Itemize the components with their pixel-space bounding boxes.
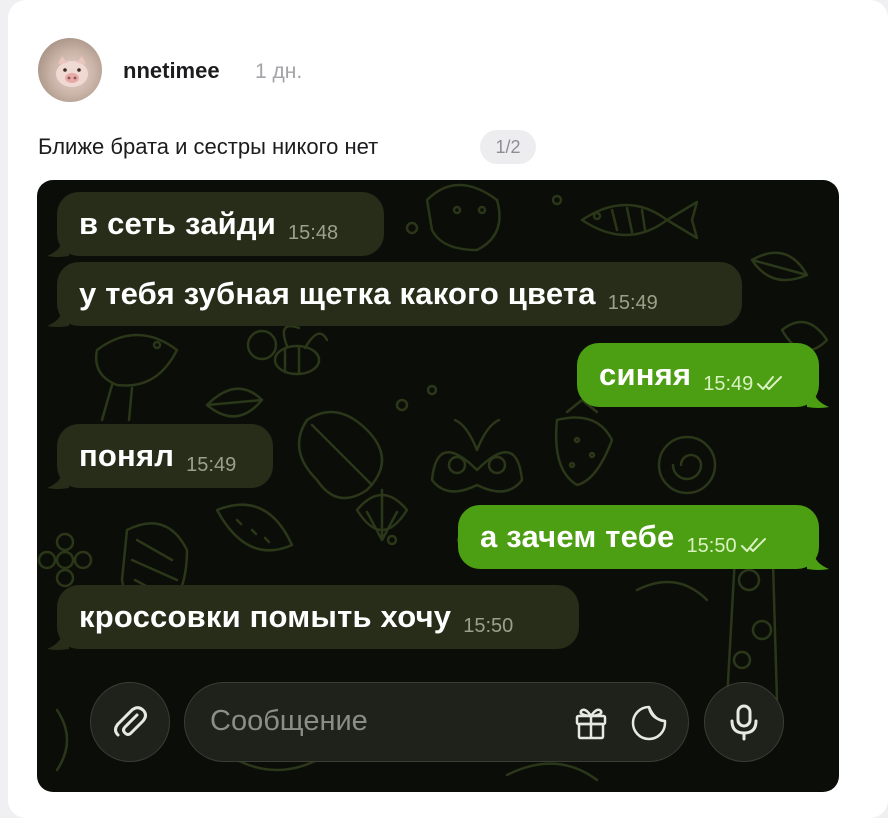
message-time: 15:50	[463, 614, 514, 637]
message-time: 15:49	[703, 372, 754, 395]
message-text: понял	[79, 438, 175, 473]
message-input-placeholder: Сообщение	[210, 705, 368, 737]
bubble-tail	[47, 242, 69, 257]
voice-message-button[interactable]	[704, 682, 784, 762]
message-time: 15:49	[186, 453, 237, 476]
bubble-tail	[47, 474, 69, 489]
message-outgoing[interactable]: а зачем тебе 15:50	[458, 505, 819, 569]
message-incoming[interactable]: кроссовки помыть хочу 15:50	[57, 585, 579, 649]
avatar-image	[56, 56, 88, 87]
bubble-tail	[47, 635, 69, 650]
message-text: кроссовки помыть хочу	[79, 599, 452, 634]
message-input[interactable]: Сообщение	[184, 682, 689, 762]
message-incoming[interactable]: понял 15:49	[57, 424, 273, 488]
post-text: Ближе брата и сестры никого нет	[38, 134, 379, 159]
bubble-tail	[807, 393, 829, 408]
message-text: у тебя зубная щетка какого цвета	[79, 276, 596, 311]
message-outgoing[interactable]: синяя 15:49	[577, 343, 819, 407]
message-time: 15:49	[607, 291, 658, 314]
post-time: 1 дн.	[255, 60, 303, 83]
message-text: а зачем тебе	[480, 519, 675, 554]
gift-icon[interactable]	[571, 703, 611, 743]
message-text: синяя	[599, 357, 692, 392]
message-time: 15:48	[288, 221, 339, 244]
bubble-tail	[807, 555, 829, 570]
sticker-icon[interactable]	[629, 703, 669, 743]
message-incoming[interactable]: в сеть зайди 15:48	[57, 192, 384, 256]
chat-screenshot[interactable]: в сеть зайди 15:48 у тебя зубная щетка к…	[37, 180, 839, 792]
image-counter: 1/2	[480, 130, 536, 164]
author-name[interactable]: nnetimee	[123, 58, 220, 84]
attach-button[interactable]	[90, 682, 170, 762]
message-time: 15:50	[686, 534, 737, 557]
avatar[interactable]	[38, 38, 102, 102]
read-checkmarks-icon	[757, 376, 783, 390]
bubble-tail	[47, 312, 69, 327]
microphone-icon	[730, 704, 758, 741]
read-checkmarks-icon	[740, 538, 766, 552]
paperclip-icon	[114, 706, 147, 737]
message-text: в сеть зайди	[79, 206, 277, 241]
message-incoming[interactable]: у тебя зубная щетка какого цвета 15:49	[57, 262, 742, 326]
